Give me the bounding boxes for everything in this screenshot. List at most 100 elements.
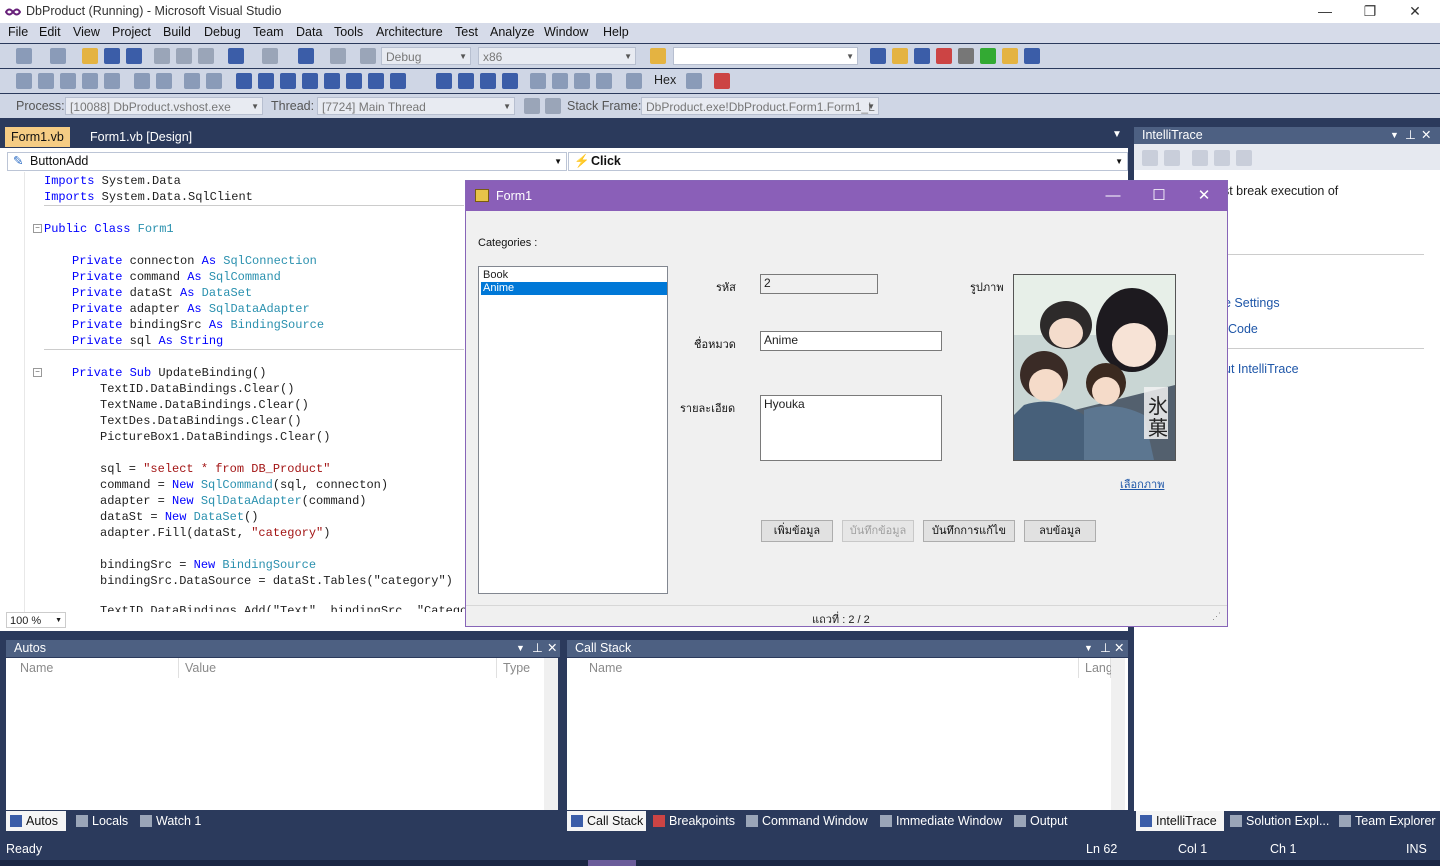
tab-call-stack[interactable]: Call Stack xyxy=(567,811,646,831)
navigate-forward-icon[interactable] xyxy=(330,48,346,64)
bookmark-icon[interactable] xyxy=(104,73,120,89)
stop-debugging-icon[interactable] xyxy=(480,73,496,89)
comment-icon[interactable] xyxy=(184,73,200,89)
copy-icon[interactable] xyxy=(176,48,192,64)
categories-listbox[interactable]: Book Anime xyxy=(478,266,668,594)
find-combo[interactable]: ▼ xyxy=(673,47,858,65)
uncomment-icon[interactable] xyxy=(206,73,222,89)
redo-icon[interactable] xyxy=(262,48,278,64)
window-layout-icon[interactable] xyxy=(1024,48,1040,64)
properties-icon[interactable] xyxy=(892,48,908,64)
team-icon[interactable] xyxy=(1002,48,1018,64)
about-intellitrace-link[interactable]: ut IntelliTrace xyxy=(1224,362,1299,376)
category-name-textbox[interactable]: Anime xyxy=(760,331,942,351)
flag-all-threads-icon[interactable] xyxy=(545,98,561,114)
pin-icon[interactable]: ⊥ xyxy=(532,640,543,657)
menu-team[interactable]: Team xyxy=(253,25,284,39)
prev-doc-bookmark-icon[interactable] xyxy=(346,73,362,89)
tools-icon[interactable] xyxy=(958,48,974,64)
start-icon[interactable] xyxy=(360,48,376,64)
step-out-icon[interactable] xyxy=(596,73,612,89)
update-record-button[interactable]: บันทึกการแก้ไข xyxy=(923,520,1015,542)
restore-button[interactable]: ❐ xyxy=(1347,0,1393,23)
prev-folder-bookmark-icon[interactable] xyxy=(302,73,318,89)
param-info-icon[interactable] xyxy=(60,73,76,89)
column-header-value[interactable]: Value xyxy=(179,658,497,678)
new-project-icon[interactable] xyxy=(16,48,32,64)
indent-icon[interactable] xyxy=(134,73,150,89)
autos-grid[interactable]: Name Value Type xyxy=(6,658,558,810)
menu-view[interactable]: View xyxy=(73,25,100,39)
solution-platform-combo[interactable]: x86 ▼ xyxy=(478,47,636,65)
menu-window[interactable]: Window xyxy=(544,25,588,39)
delete-record-button[interactable]: ลบข้อมูล xyxy=(1024,520,1096,542)
restart-icon[interactable] xyxy=(502,73,518,89)
form-maximize-button[interactable]: ☐ xyxy=(1136,181,1182,211)
text-editor-icon[interactable] xyxy=(16,73,32,89)
solution-configuration-combo[interactable]: Debug ▼ xyxy=(381,47,471,65)
column-header-language[interactable]: Lang xyxy=(1079,658,1113,678)
list-icon[interactable] xyxy=(1142,150,1158,166)
menu-architecture[interactable]: Architecture xyxy=(376,25,443,39)
calls-icon[interactable] xyxy=(1192,150,1208,166)
next-doc-bookmark-icon[interactable] xyxy=(368,73,384,89)
collapse-icon[interactable]: − xyxy=(33,368,42,377)
menu-test[interactable]: Test xyxy=(455,25,478,39)
tab-intellitrace[interactable]: IntelliTrace xyxy=(1136,811,1224,831)
menu-file[interactable]: File xyxy=(8,25,28,39)
tab-autos[interactable]: Autos xyxy=(6,811,66,831)
menu-help[interactable]: Help xyxy=(603,25,629,39)
tab-breakpoints[interactable]: Breakpoints xyxy=(649,811,735,831)
clear-bookmarks-icon[interactable] xyxy=(390,73,406,89)
form-minimize-button[interactable]: — xyxy=(1090,181,1136,211)
pane-dropdown-icon[interactable]: ▼ xyxy=(1084,640,1093,657)
continue-icon[interactable] xyxy=(436,73,452,89)
pane-dropdown-icon[interactable]: ▼ xyxy=(1390,127,1399,144)
resize-grip-icon[interactable]: ⋰ xyxy=(1212,611,1221,622)
column-header-name[interactable]: Name xyxy=(14,658,179,678)
pin-icon[interactable]: ⊥ xyxy=(1405,127,1416,144)
save-trace-icon[interactable] xyxy=(1236,150,1252,166)
pane-dropdown-icon[interactable]: ▼ xyxy=(516,640,525,657)
column-header-name[interactable]: Name xyxy=(583,658,1079,678)
tab-locals[interactable]: Locals xyxy=(72,811,128,831)
save-all-icon[interactable] xyxy=(126,48,142,64)
process-combo[interactable]: [10088] DbProduct.vshost.exe ▼ xyxy=(65,97,263,115)
menu-analyze[interactable]: Analyze xyxy=(490,25,534,39)
vertical-scrollbar[interactable] xyxy=(1111,658,1125,810)
tab-solution-explorer[interactable]: Solution Expl... xyxy=(1226,811,1329,831)
hex-toggle[interactable]: Hex xyxy=(654,73,676,87)
toggle-thread-flag-icon[interactable] xyxy=(524,98,540,114)
save-icon[interactable] xyxy=(104,48,120,64)
toggle-bookmark-icon[interactable] xyxy=(236,73,252,89)
taskbar-active-item[interactable] xyxy=(588,860,636,866)
pin-icon[interactable]: ⊥ xyxy=(1100,640,1111,657)
menu-build[interactable]: Build xyxy=(163,25,191,39)
open-folder-icon[interactable] xyxy=(82,48,98,64)
collapse-icon[interactable]: − xyxy=(33,224,42,233)
tab-immediate-window[interactable]: Immediate Window xyxy=(876,811,1002,831)
solution-explorer-icon[interactable] xyxy=(870,48,886,64)
list-item-selected[interactable]: Anime xyxy=(481,282,667,295)
menu-edit[interactable]: Edit xyxy=(39,25,61,39)
navigate-backward-icon[interactable] xyxy=(298,48,314,64)
cut-icon[interactable] xyxy=(154,48,170,64)
settings-icon[interactable] xyxy=(1214,150,1230,166)
next-bookmark-icon[interactable] xyxy=(280,73,296,89)
stack-frame-combo[interactable]: DbProduct.exe!DbProduct.Form1.Form1_L ▼ xyxy=(641,97,879,115)
menu-debug[interactable]: Debug xyxy=(204,25,241,39)
close-icon[interactable]: ✕ xyxy=(547,640,557,657)
quick-info-icon[interactable] xyxy=(38,73,54,89)
tab-overflow-icon[interactable]: ▼ xyxy=(1112,129,1122,140)
filter-icon[interactable] xyxy=(1164,150,1180,166)
tab-output[interactable]: Output xyxy=(1010,811,1068,831)
column-header-type[interactable]: Type xyxy=(497,658,547,678)
intellitrace-settings-link[interactable]: e Settings xyxy=(1224,296,1280,310)
minimize-button[interactable]: — xyxy=(1302,0,1348,23)
id-textbox[interactable]: 2 xyxy=(760,274,878,294)
add-record-button[interactable]: เพิ่มข้อมูล xyxy=(761,520,833,542)
menu-data[interactable]: Data xyxy=(296,25,322,39)
complete-word-icon[interactable] xyxy=(82,73,98,89)
callstack-grid[interactable]: Name Lang xyxy=(567,658,1128,810)
show-next-statement-icon[interactable] xyxy=(530,73,546,89)
